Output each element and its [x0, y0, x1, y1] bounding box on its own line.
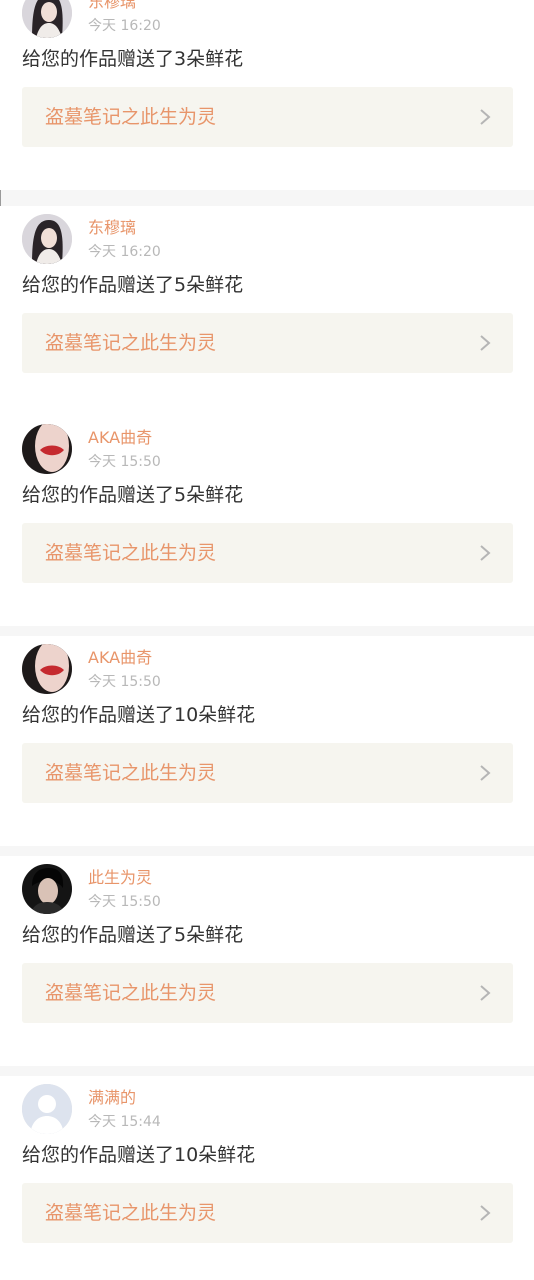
- user-name[interactable]: 东穆璃: [88, 0, 136, 12]
- gift-message: 给您的作品赠送了5朵鲜花: [22, 924, 244, 946]
- chevron-right-icon: [479, 984, 491, 1002]
- notification-card: 满满的 今天 15:44 给您的作品赠送了10朵鲜花 盗墓笔记之此生为灵: [0, 1076, 534, 1280]
- timestamp: 今天 15:44: [88, 1114, 161, 1130]
- user-name[interactable]: 此生为灵: [88, 868, 152, 888]
- timestamp: 今天 16:20: [88, 244, 161, 260]
- notification-feed: 东穆璃 今天 16:20 给您的作品赠送了3朵鲜花 盗墓笔记之此生为灵 东穆璃 …: [0, 0, 534, 1280]
- work-link-card[interactable]: 盗墓笔记之此生为灵: [22, 87, 513, 147]
- chevron-right-icon: [479, 764, 491, 782]
- work-link-card[interactable]: 盗墓笔记之此生为灵: [22, 523, 513, 583]
- red-lips-avatar[interactable]: [22, 644, 72, 694]
- chevron-right-icon: [479, 334, 491, 352]
- user-name[interactable]: AKA曲奇: [88, 648, 152, 668]
- work-title: 盗墓笔记之此生为灵: [45, 106, 217, 128]
- work-title: 盗墓笔记之此生为灵: [45, 1202, 217, 1224]
- timestamp: 今天 16:20: [88, 18, 161, 34]
- chevron-right-icon: [479, 108, 491, 126]
- work-link-card[interactable]: 盗墓笔记之此生为灵: [22, 1183, 513, 1243]
- work-title: 盗墓笔记之此生为灵: [45, 762, 217, 784]
- chevron-right-icon: [479, 544, 491, 562]
- work-link-card[interactable]: 盗墓笔记之此生为灵: [22, 313, 513, 373]
- work-title: 盗墓笔记之此生为灵: [45, 332, 217, 354]
- gift-message: 给您的作品赠送了5朵鲜花: [22, 484, 244, 506]
- notification-card: 东穆璃 今天 16:20 给您的作品赠送了5朵鲜花 盗墓笔记之此生为灵: [0, 206, 534, 416]
- user-name[interactable]: 东穆璃: [88, 218, 136, 238]
- user-name[interactable]: 满满的: [88, 1088, 136, 1108]
- timestamp: 今天 15:50: [88, 894, 161, 910]
- woman-portrait-avatar[interactable]: [22, 214, 72, 264]
- notification-card: 此生为灵 今天 15:50 给您的作品赠送了5朵鲜花 盗墓笔记之此生为灵: [0, 856, 534, 1066]
- woman-portrait-avatar[interactable]: [22, 0, 72, 38]
- timestamp: 今天 15:50: [88, 674, 161, 690]
- notification-card: 东穆璃 今天 16:20 给您的作品赠送了3朵鲜花 盗墓笔记之此生为灵: [0, 0, 534, 190]
- default-user-avatar[interactable]: [22, 1084, 72, 1134]
- timestamp: 今天 15:50: [88, 454, 161, 470]
- red-lips-avatar[interactable]: [22, 424, 72, 474]
- user-name[interactable]: AKA曲奇: [88, 428, 152, 448]
- work-title: 盗墓笔记之此生为灵: [45, 542, 217, 564]
- man-portrait-avatar[interactable]: [22, 864, 72, 914]
- work-link-card[interactable]: 盗墓笔记之此生为灵: [22, 743, 513, 803]
- work-link-card[interactable]: 盗墓笔记之此生为灵: [22, 963, 513, 1023]
- gift-message: 给您的作品赠送了10朵鲜花: [22, 1144, 256, 1166]
- gift-message: 给您的作品赠送了5朵鲜花: [22, 274, 244, 296]
- work-title: 盗墓笔记之此生为灵: [45, 982, 217, 1004]
- notification-card: AKA曲奇 今天 15:50 给您的作品赠送了10朵鲜花 盗墓笔记之此生为灵: [0, 636, 534, 846]
- gift-message: 给您的作品赠送了3朵鲜花: [22, 48, 244, 70]
- notification-card: AKA曲奇 今天 15:50 给您的作品赠送了5朵鲜花 盗墓笔记之此生为灵: [0, 416, 534, 626]
- chevron-right-icon: [479, 1204, 491, 1222]
- gift-message: 给您的作品赠送了10朵鲜花: [22, 704, 256, 726]
